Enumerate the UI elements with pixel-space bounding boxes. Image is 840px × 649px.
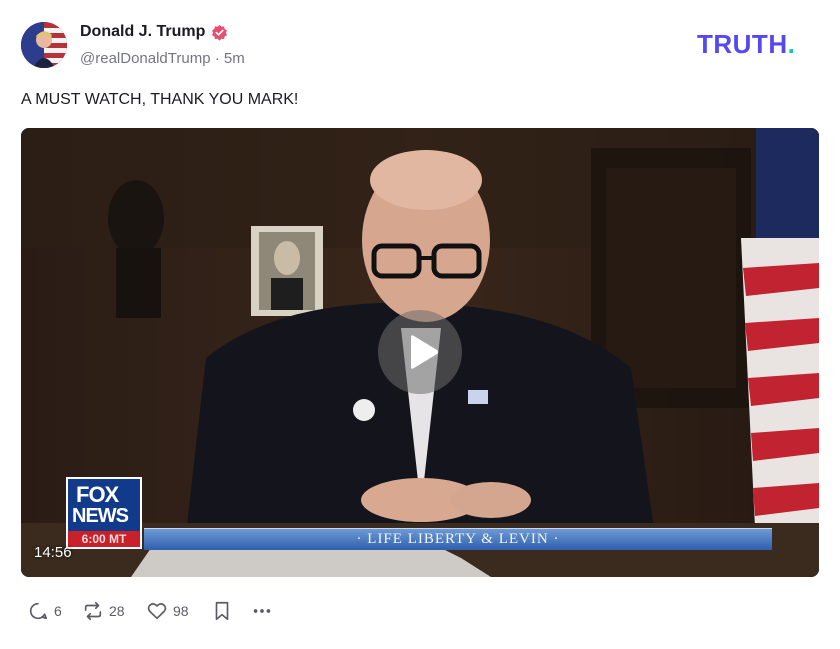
bookmark-icon [215, 601, 229, 621]
truth-logo-text: TRUTH [697, 29, 788, 59]
author-name[interactable]: Donald J. Trump [80, 23, 205, 41]
reply-icon [29, 602, 48, 620]
post-timestamp[interactable]: 5m [224, 50, 245, 67]
post-meta: @realDonaldTrump · 5m [80, 50, 245, 67]
author-avatar[interactable] [21, 22, 67, 68]
more-icon [253, 609, 271, 613]
more-options-button[interactable] [251, 599, 273, 623]
show-title-banner: · LIFE LIBERTY & LEVIN · [144, 528, 772, 550]
like-count: 98 [173, 603, 189, 619]
retruth-count: 28 [109, 603, 125, 619]
post-text: A MUST WATCH, THANK YOU MARK! [21, 91, 299, 108]
play-icon [411, 335, 438, 369]
author-name-row: Donald J. Trump [80, 23, 228, 41]
fox-news-line2: NEWS [72, 505, 129, 527]
truth-logo[interactable]: TRUTH. [697, 31, 795, 57]
fox-news-time: 6:00 MT [68, 531, 140, 547]
meta-separator: · [214, 50, 220, 67]
verified-badge-icon [211, 24, 228, 41]
heart-icon [147, 603, 167, 620]
author-handle[interactable]: @realDonaldTrump [80, 50, 211, 67]
reply-button[interactable]: 6 [27, 599, 62, 623]
fox-news-logo: FOX NEWS 6:00 MT [66, 477, 142, 549]
retruth-button[interactable]: 28 [82, 599, 125, 623]
truth-logo-dot: . [787, 29, 796, 59]
video-duration: 14:56 [34, 544, 72, 561]
play-button[interactable] [378, 310, 462, 394]
post-actions: 6 28 98 [27, 599, 327, 623]
bookmark-button[interactable] [211, 599, 233, 623]
video-player[interactable]: FOX NEWS 6:00 MT · LIFE LIBERTY & LEVIN … [21, 128, 819, 577]
like-button[interactable]: 98 [146, 599, 189, 623]
repost-icon [84, 601, 102, 621]
reply-count: 6 [54, 603, 62, 619]
